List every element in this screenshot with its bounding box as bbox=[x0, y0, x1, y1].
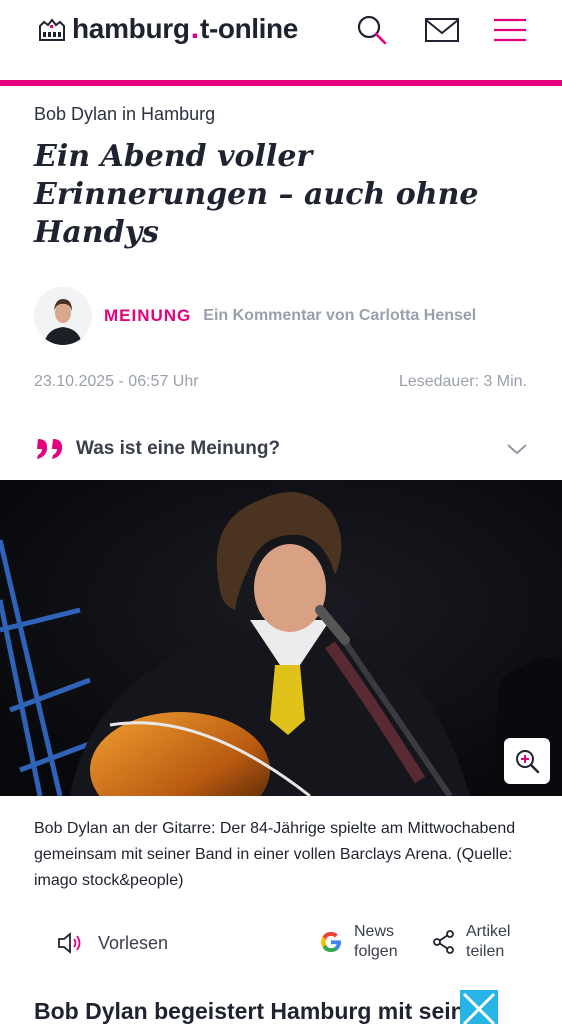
site-logo[interactable]: hamburg . t-online bbox=[38, 12, 298, 46]
mail-button[interactable] bbox=[420, 10, 464, 50]
news-follow-button[interactable]: News folgen bbox=[318, 922, 398, 962]
site-header: hamburg . t-online bbox=[0, 0, 562, 80]
chevron-down-icon bbox=[507, 444, 527, 455]
opinion-explainer-label: Was ist eine Meinung? bbox=[76, 438, 281, 459]
zoom-in-icon bbox=[516, 750, 540, 774]
hero-image bbox=[0, 480, 562, 796]
article-headline: Ein Abend voller Erinnerungen – auch ohn… bbox=[34, 139, 479, 250]
article-actions: Vorlesen News folgen Artikel teilen bbox=[0, 918, 562, 972]
city-skyline-icon bbox=[39, 18, 65, 41]
google-icon bbox=[321, 932, 341, 952]
section-heading: Bob Dylan begeistert Hamburg mit seiner bbox=[34, 998, 487, 1024]
article-kicker: Bob Dylan in Hamburg bbox=[34, 104, 216, 124]
author-byline[interactable]: Ein Kommentar von Carlotta Hensel bbox=[203, 307, 476, 325]
share-article-button[interactable]: Artikel teilen bbox=[432, 922, 510, 962]
concert-photo bbox=[0, 480, 562, 796]
opinion-label: MEINUNG bbox=[104, 306, 192, 325]
search-button[interactable] bbox=[350, 10, 394, 50]
header-accent-bar bbox=[0, 80, 562, 86]
speaker-icon bbox=[58, 932, 81, 954]
news-follow-line1: News bbox=[354, 923, 395, 940]
news-follow-line2: folgen bbox=[354, 943, 398, 960]
menu-button[interactable] bbox=[488, 10, 532, 50]
share-icon bbox=[433, 930, 454, 954]
logo-dot: . bbox=[190, 12, 200, 45]
mail-icon bbox=[425, 18, 459, 42]
read-aloud-label: Vorlesen bbox=[98, 932, 169, 953]
opinion-explainer-toggle[interactable]: Was ist eine Meinung? bbox=[34, 432, 528, 466]
logo-brand: t-online bbox=[200, 13, 298, 44]
search-icon bbox=[357, 15, 387, 45]
share-line2: teilen bbox=[466, 943, 505, 960]
close-icon bbox=[462, 992, 496, 1024]
image-caption: Bob Dylan an der Gitarre: Der 84-Jährige… bbox=[34, 820, 516, 889]
zoom-image-button[interactable] bbox=[504, 738, 550, 784]
ad-close-badge[interactable] bbox=[460, 990, 498, 1024]
author-avatar[interactable] bbox=[34, 287, 92, 345]
logo-city: hamburg bbox=[72, 13, 190, 44]
author-row: MEINUNG Ein Kommentar von Carlotta Hense… bbox=[34, 286, 476, 346]
share-line1: Artikel bbox=[466, 923, 511, 940]
reading-time: Lesedauer: 3 Min. bbox=[398, 373, 527, 390]
read-aloud-button[interactable]: Vorlesen bbox=[56, 930, 168, 956]
publish-date: 23.10.2025 - 06:57 Uhr bbox=[34, 373, 199, 390]
quote-icon bbox=[37, 439, 63, 459]
author-portrait-icon bbox=[34, 287, 92, 345]
menu-icon bbox=[494, 18, 526, 42]
